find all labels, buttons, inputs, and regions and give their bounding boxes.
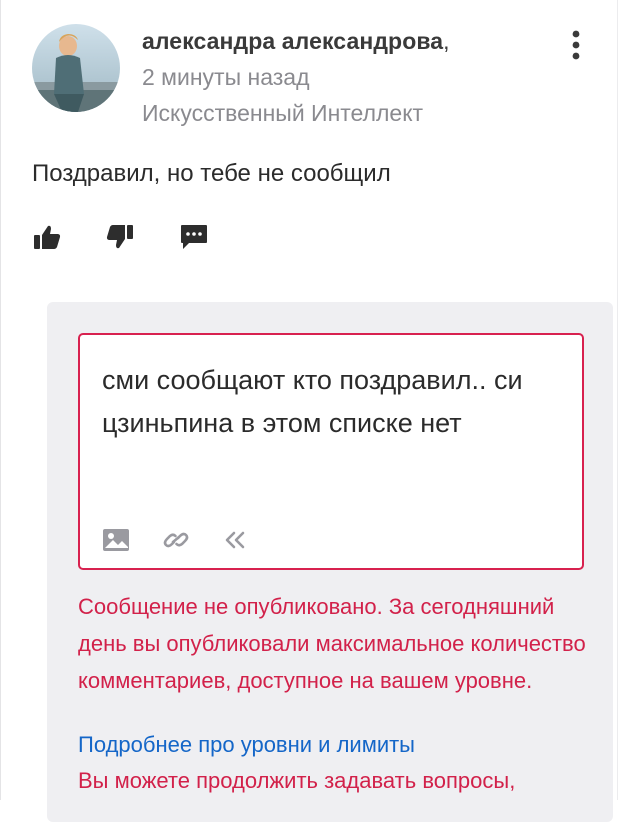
left-divider [0, 0, 1, 800]
avatar[interactable] [32, 24, 120, 112]
link-icon[interactable] [162, 527, 190, 553]
comment-text: Поздравил, но тебе не сообщил [32, 160, 391, 187]
right-divider [617, 0, 618, 800]
reply-icon[interactable] [179, 222, 209, 252]
comment-time: 2 минуты назад [142, 64, 310, 90]
error-message-continued: Вы можете продолжить задавать вопросы, [78, 768, 516, 793]
author-name-text[interactable]: александра александрова [142, 28, 443, 54]
dislike-icon[interactable] [105, 222, 135, 252]
author-name[interactable]: александра александрова, [142, 28, 450, 55]
more-vertical-icon[interactable] [562, 28, 590, 62]
error-message: Сообщение не опубликовано. За сегодняшни… [78, 594, 586, 693]
author-comma: , [443, 28, 450, 54]
reply-editor[interactable]: сми сообщают кто поздравил.. си цзиньпин… [78, 333, 584, 570]
reply-input-text[interactable]: сми сообщают кто поздравил.. си цзиньпин… [102, 359, 542, 445]
image-icon[interactable] [102, 527, 130, 553]
like-icon[interactable] [32, 222, 62, 252]
quote-icon[interactable] [222, 527, 250, 553]
levels-limits-link[interactable]: Подробнее про уровни и лимиты [78, 732, 415, 758]
comment-category[interactable]: Искусственный Интеллект [142, 100, 423, 127]
